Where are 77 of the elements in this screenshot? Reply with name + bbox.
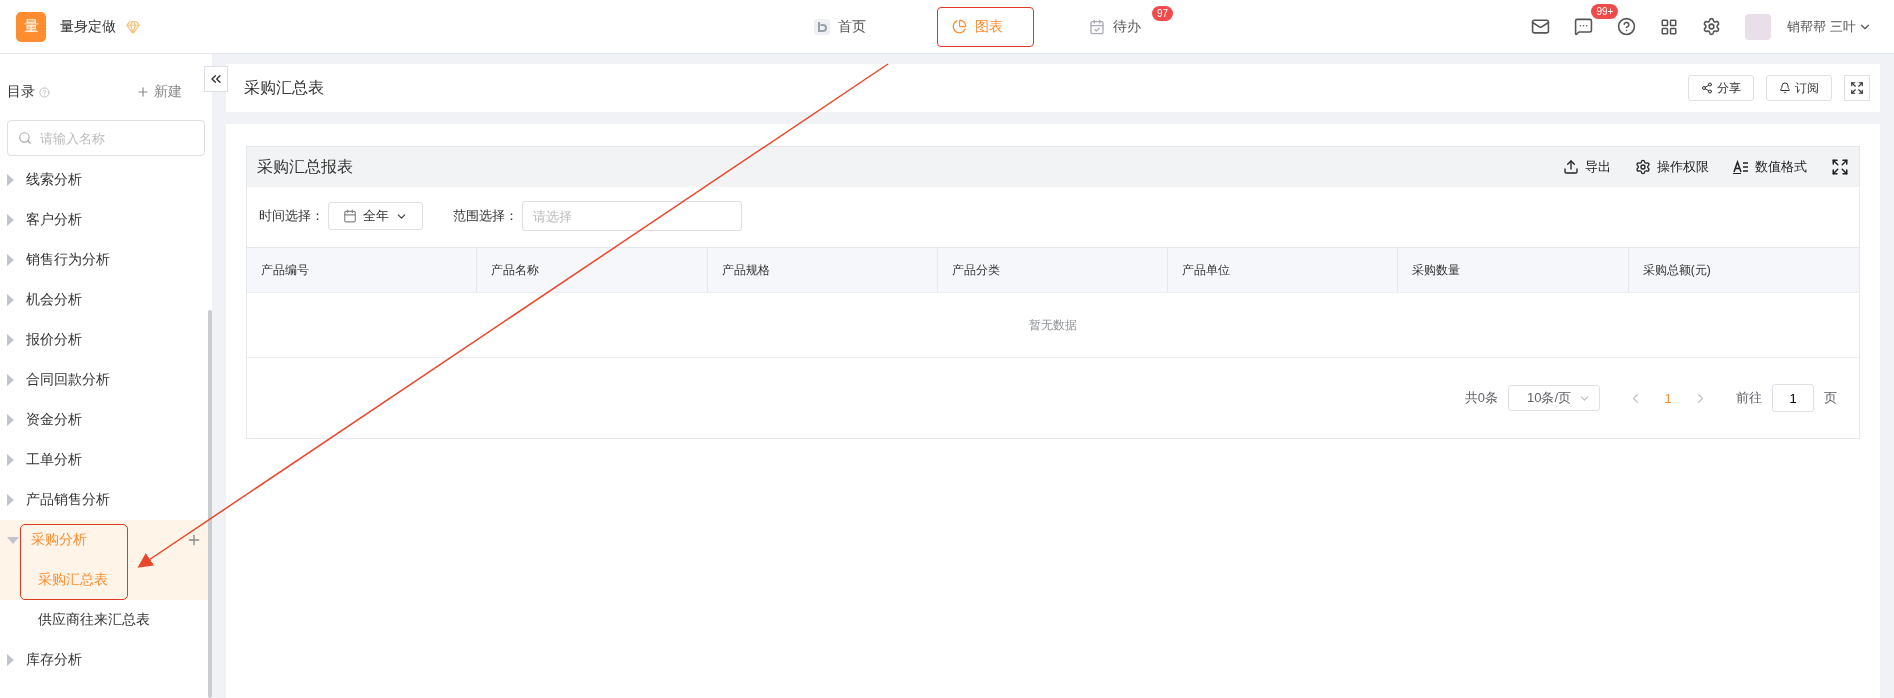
- tree-item[interactable]: 产品销售分析: [0, 480, 212, 520]
- logo: 量: [16, 11, 46, 42]
- chat-icon[interactable]: [1574, 17, 1594, 36]
- help-icon: [39, 86, 50, 98]
- filter-label: 时间选择：: [259, 207, 324, 225]
- tree-item[interactable]: 库存分析: [0, 640, 212, 680]
- plus-icon: [136, 85, 150, 99]
- tree-item[interactable]: 销售行为分析: [0, 240, 212, 280]
- tree-item[interactable]: 资金分析: [0, 400, 212, 440]
- text-format-icon: [1733, 160, 1749, 174]
- caret-icon: [7, 214, 14, 226]
- tree-item[interactable]: 客户分析: [0, 200, 212, 240]
- column-header: 产品分类: [937, 248, 1169, 292]
- home-icon: [814, 18, 831, 35]
- tree-item[interactable]: 报价分析: [0, 320, 212, 360]
- pie-chart-icon: [952, 19, 968, 34]
- settings-icon[interactable]: [1702, 17, 1722, 36]
- caret-icon: [7, 654, 14, 666]
- column-header: 产品单位: [1168, 248, 1399, 292]
- caret-icon: [7, 174, 14, 186]
- brand-name: 量身定做: [60, 17, 116, 36]
- caret-icon: [7, 414, 14, 426]
- page-input[interactable]: 1: [1772, 384, 1814, 412]
- toolbar-action[interactable]: 数值格式: [1733, 158, 1807, 176]
- caret-icon: [7, 494, 14, 506]
- mail-icon[interactable]: [1531, 17, 1551, 36]
- diamond-icon: [126, 19, 140, 34]
- grid-icon[interactable]: [1660, 17, 1679, 36]
- header-button[interactable]: 订阅: [1766, 75, 1832, 101]
- caret-icon: [7, 536, 19, 544]
- search-icon: [18, 131, 32, 145]
- caret-icon: [7, 294, 14, 306]
- calendar-check-icon: [1089, 18, 1106, 35]
- caret-icon: [7, 334, 14, 346]
- count-badge: 99+: [1591, 4, 1619, 19]
- filter-label: 范围选择：: [453, 207, 518, 225]
- calendar-icon: [343, 209, 357, 223]
- tree-item[interactable]: 工单分析: [0, 440, 212, 480]
- total-count: 共0条: [1464, 389, 1498, 407]
- caret-icon: [7, 254, 14, 266]
- header-button[interactable]: 分享: [1688, 75, 1754, 101]
- period-select[interactable]: 全年: [328, 202, 423, 230]
- upload-icon: [1563, 159, 1579, 175]
- caret-icon: [7, 374, 14, 386]
- tree-item[interactable]: 线索分析: [0, 160, 212, 200]
- user-menu[interactable]: 销帮帮 三叶: [1781, 16, 1878, 37]
- page-size-select[interactable]: 10条/页: [1508, 385, 1600, 411]
- search-field[interactable]: 请输入名称: [7, 120, 205, 156]
- column-header: 产品编号: [247, 248, 478, 292]
- avatar: [1745, 13, 1772, 40]
- column-header: 产品名称: [477, 248, 708, 292]
- goto-label: 前往: [1736, 389, 1762, 407]
- toolbar-action[interactable]: 导出: [1563, 158, 1611, 176]
- range-input[interactable]: 请选择: [522, 201, 742, 231]
- fullscreen-button[interactable]: [1844, 75, 1870, 101]
- column-header: 产品规格: [707, 248, 938, 292]
- expand-icon: [1850, 81, 1864, 95]
- add-icon[interactable]: [186, 532, 202, 548]
- toolbar-action[interactable]: 操作权限: [1635, 158, 1709, 176]
- bell-icon: [1779, 82, 1791, 94]
- column-header: 采购数量: [1398, 248, 1629, 292]
- help-icon[interactable]: [1617, 17, 1637, 36]
- empty-message: 暂无数据: [247, 292, 1859, 358]
- share-icon: [1701, 82, 1713, 94]
- tree-item[interactable]: 机会分析: [0, 280, 212, 320]
- count-badge: 97: [1152, 5, 1174, 21]
- caret-icon: [7, 454, 14, 466]
- page-title: 采购汇总表: [244, 77, 324, 98]
- sidebar-title: 目录: [7, 83, 35, 101]
- report-title: 采购汇总报表: [257, 156, 353, 177]
- fullscreen-icon[interactable]: [1831, 158, 1849, 176]
- column-header: 采购总额(元): [1641, 261, 1712, 279]
- page-suffix: 页: [1824, 389, 1837, 407]
- new-button[interactable]: 新建: [130, 82, 188, 102]
- gear-icon: [1635, 159, 1651, 175]
- collapse-button[interactable]: [204, 66, 228, 92]
- tree-item[interactable]: 合同回款分析: [0, 360, 212, 400]
